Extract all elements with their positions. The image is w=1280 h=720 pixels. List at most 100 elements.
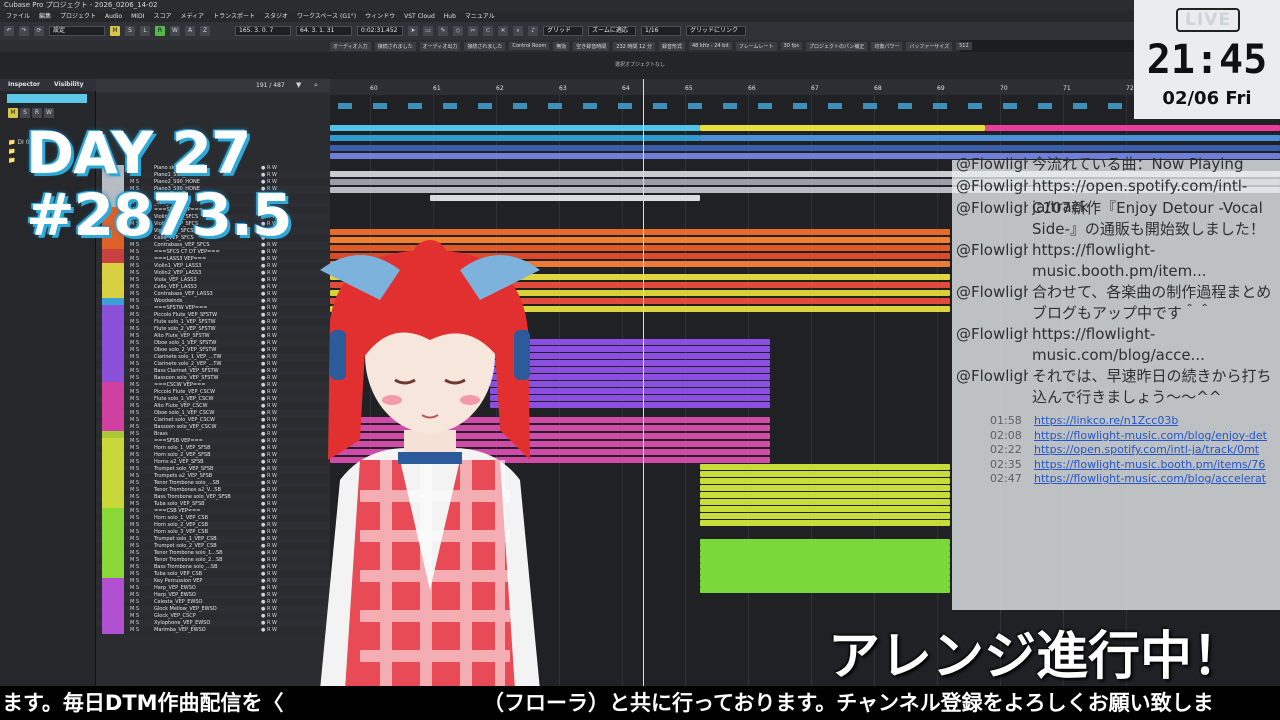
read-write-buttons[interactable]: ● R W xyxy=(261,564,277,571)
track-row[interactable]: M S Alto Flute_VEP_SFSTW ● R W xyxy=(96,333,330,340)
mute-solo-buttons[interactable]: M S xyxy=(130,382,139,389)
mute-solo-buttons[interactable]: M S xyxy=(130,417,139,424)
chord-tag[interactable] xyxy=(1073,103,1087,109)
link-url[interactable]: https://flowlight-music.booth.pm/items/7… xyxy=(1034,458,1265,471)
midi-part[interactable] xyxy=(700,513,950,519)
read-write-buttons[interactable]: ● R W xyxy=(261,333,277,340)
read-write-buttons[interactable]: ● R W xyxy=(261,508,277,515)
read-write-buttons[interactable]: ● R W xyxy=(261,536,277,543)
track-row[interactable]: M S Horns a2_VEP_SFSB ● R W xyxy=(96,459,330,466)
read-write-buttons[interactable]: ● R W xyxy=(261,452,277,459)
mute-solo-buttons[interactable]: M S xyxy=(130,592,139,599)
track-row[interactable]: M S Flute solo_1_VEP_SFSTW ● R W xyxy=(96,319,330,326)
link-url[interactable]: https://flowlight-music.com/blog/acceler… xyxy=(1034,472,1266,485)
track-row[interactable]: M S Bassoon solo_VEP_SFSTW ● R W xyxy=(96,375,330,382)
chord-tag[interactable] xyxy=(1108,103,1122,109)
mute-solo-buttons[interactable]: M S xyxy=(130,284,139,291)
chord-tag[interactable] xyxy=(723,103,737,109)
read-write-buttons[interactable]: ● R W xyxy=(261,438,277,445)
automation-button[interactable]: A xyxy=(185,26,195,36)
chord-tag[interactable] xyxy=(898,103,912,109)
chord-tag[interactable] xyxy=(513,103,527,109)
chord-tag[interactable] xyxy=(338,103,352,109)
chord-tag[interactable] xyxy=(863,103,877,109)
mute-solo-buttons[interactable]: M S xyxy=(130,361,139,368)
mute-solo-buttons[interactable]: M S xyxy=(130,305,139,312)
chord-tag[interactable] xyxy=(1003,103,1017,109)
filter-icon[interactable]: ▼ xyxy=(296,81,301,89)
read-write-buttons[interactable]: ● R W xyxy=(261,501,277,508)
chord-tag[interactable] xyxy=(758,103,772,109)
menu-item[interactable]: Audio xyxy=(105,11,122,22)
split-tool-icon[interactable]: ✂ xyxy=(468,26,478,36)
read-write-buttons[interactable]: ● R W xyxy=(261,172,277,179)
mute-solo-buttons[interactable]: M S xyxy=(130,599,139,606)
menu-item[interactable]: ファイル xyxy=(6,11,30,22)
mute-solo-buttons[interactable]: M S xyxy=(130,375,139,382)
menu-item[interactable]: スタジオ xyxy=(264,11,288,22)
inspector-track-name[interactable]: BGM xyxy=(7,94,87,111)
track-row[interactable]: M S Horn solo_2_VEP_SFSB ● R W xyxy=(96,452,330,459)
menu-item[interactable]: ウィンドウ xyxy=(365,11,395,22)
track-row[interactable]: M S Harp_VEP_EWSO ● R W xyxy=(96,585,330,592)
track-row[interactable]: M S Clarinete solo_1_VEP_...TW ● R W xyxy=(96,354,330,361)
mute-solo-buttons[interactable]: M S xyxy=(130,445,139,452)
track-row[interactable]: M S Clarinet solo_VEP_CSCW ● R W xyxy=(96,417,330,424)
read-write-buttons[interactable]: ● R W xyxy=(261,284,277,291)
track-row[interactable]: M S Violin2_VEP_LASS3 ● R W xyxy=(96,270,330,277)
read-write-buttons[interactable]: ● R W xyxy=(261,410,277,417)
zoom-button[interactable]: Z xyxy=(200,26,210,36)
midi-part[interactable] xyxy=(700,464,950,470)
mute-solo-buttons[interactable]: M S xyxy=(130,249,139,256)
read-write-buttons[interactable]: ● R W xyxy=(261,270,277,277)
chord-tag[interactable] xyxy=(968,103,982,109)
track-row[interactable]: M S Trumpet solo_1_VEP_CSB ● R W xyxy=(96,536,330,543)
read-write-buttons[interactable]: ● R W xyxy=(261,459,277,466)
chord-tag[interactable] xyxy=(828,103,842,109)
mute-solo-buttons[interactable]: M S xyxy=(130,389,139,396)
track-row[interactable]: M S Clarinete solo_2_VEP_...TW ● R W xyxy=(96,361,330,368)
refresh-icon[interactable]: ⟳ xyxy=(34,26,44,36)
grid-link-select[interactable]: グリッドにリンク xyxy=(686,26,746,36)
read-write-buttons[interactable]: ● R W xyxy=(261,368,277,375)
midi-part[interactable] xyxy=(330,135,700,141)
read-write-buttons[interactable]: ● R W xyxy=(261,382,277,389)
mute-solo-buttons[interactable]: M S xyxy=(130,368,139,375)
mute-solo-buttons[interactable]: M S xyxy=(130,277,139,284)
read-write-buttons[interactable]: ● R W xyxy=(261,361,277,368)
mute-solo-buttons[interactable]: M S xyxy=(130,347,139,354)
mute-solo-buttons[interactable]: M S xyxy=(130,480,139,487)
quantize-select[interactable]: 1/16 xyxy=(641,26,681,36)
mute-solo-buttons[interactable]: M S xyxy=(130,564,139,571)
midi-part[interactable] xyxy=(700,471,950,477)
mute-solo-buttons[interactable]: M S xyxy=(130,256,139,263)
track-row[interactable]: M S Violin1_VEP_LASS3 ● R W xyxy=(96,263,330,270)
mute-solo-buttons[interactable]: M S xyxy=(130,515,139,522)
track-row[interactable]: M S Piccolo Flute_VEP_SFSTW ● R W xyxy=(96,312,330,319)
read-write-buttons[interactable]: ● R W xyxy=(261,165,277,172)
read-write-buttons[interactable]: ● R W xyxy=(261,396,277,403)
read-write-buttons[interactable]: ● R W xyxy=(261,256,277,263)
locator-right-field[interactable]: 64. 3. 1. 31 xyxy=(296,26,352,36)
mute-button[interactable]: M xyxy=(110,26,120,36)
read-write-buttons[interactable]: ● R W xyxy=(261,277,277,284)
track-row[interactable]: M S Key Percussion VEP ● R W xyxy=(96,578,330,585)
track-row[interactable]: M S Horn solo_2_VEP_CSB ● R W xyxy=(96,522,330,529)
pencil-tool-icon[interactable]: ✎ xyxy=(438,26,448,36)
track-row[interactable]: M S Marimba_VEP_EWSO ● R W xyxy=(96,627,330,634)
track-row[interactable]: M S Harp_VEP_EWSO ● R W xyxy=(96,592,330,599)
link-url[interactable]: https://flowlight-music.com/blog/enjoy-d… xyxy=(1034,429,1267,442)
menu-item[interactable]: Hub xyxy=(444,11,456,22)
read-write-buttons[interactable]: ● R W xyxy=(261,445,277,452)
read-write-buttons[interactable]: ● R W xyxy=(261,592,277,599)
mute-solo-buttons[interactable]: M S xyxy=(130,403,139,410)
track-row[interactable]: M S Brass ● R W xyxy=(96,431,330,438)
read-write-buttons[interactable]: ● R W xyxy=(261,403,277,410)
midi-part[interactable] xyxy=(985,125,1280,131)
read-write-buttons[interactable]: ● R W xyxy=(261,578,277,585)
midi-part[interactable] xyxy=(700,125,985,131)
track-row[interactable]: M S Tenor Trombone solo_2...SB ● R W xyxy=(96,557,330,564)
chord-tag[interactable] xyxy=(478,103,492,109)
track-row[interactable]: M S ===LASS3 VEP=== ● R W xyxy=(96,256,330,263)
playhead-cursor[interactable] xyxy=(643,79,644,720)
